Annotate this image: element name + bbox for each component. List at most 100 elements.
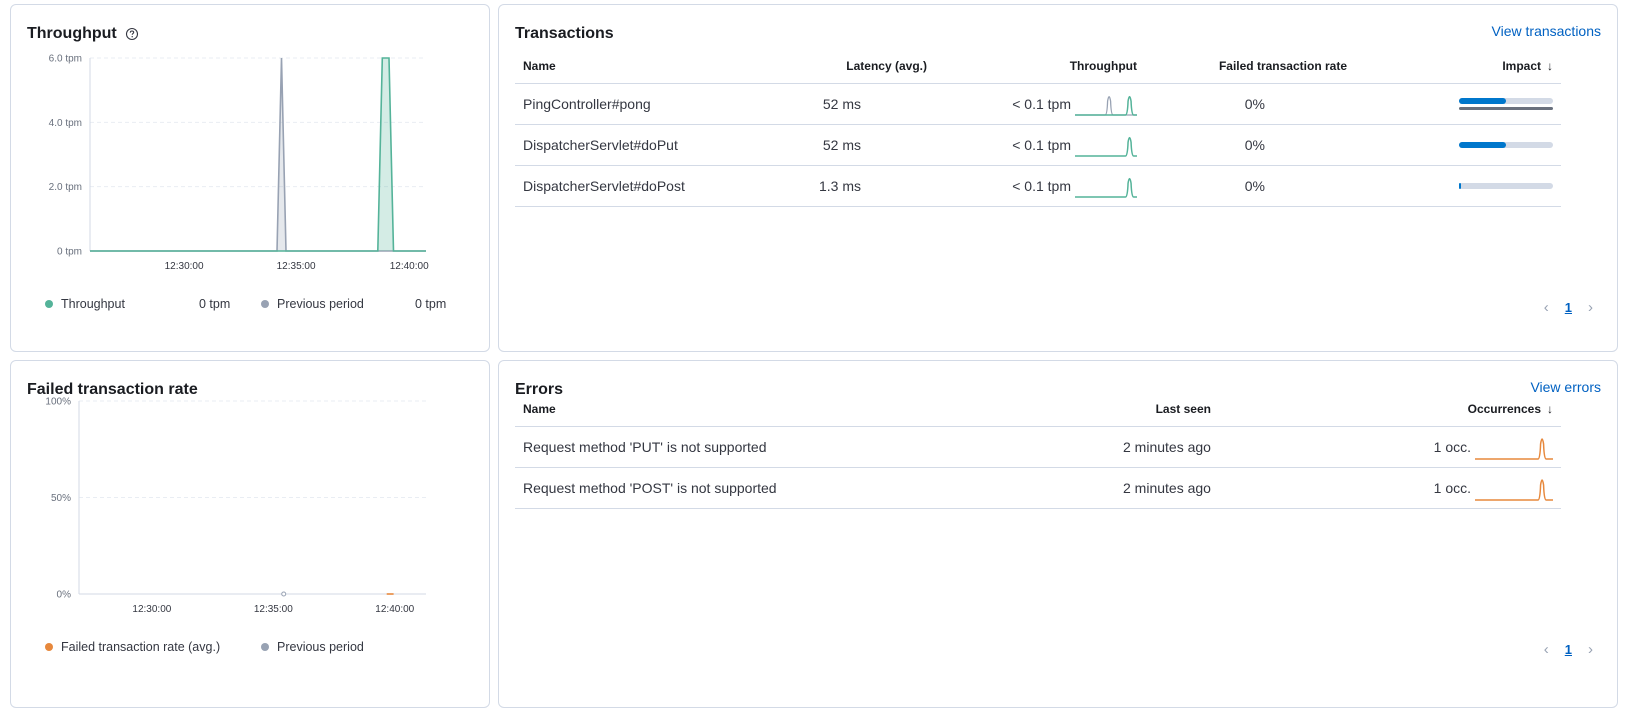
table-row[interactable]: PingController#pong 52 ms < 0.1 tpm 0%	[515, 83, 1561, 125]
table-row[interactable]: Request method 'PUT' is not supported 2 m…	[515, 426, 1561, 468]
legend-value-previous: 0 tpm	[415, 297, 447, 311]
col-latency[interactable]: Latency (avg.)	[765, 49, 935, 84]
x-tick-label: 12:35:00	[254, 604, 293, 615]
occurrences-sparkline-line	[1475, 478, 1553, 501]
y-tick-label: 4.0 tpm	[49, 118, 82, 129]
view-transactions-link[interactable]: View transactions	[1492, 23, 1601, 39]
chevron-right-icon[interactable]: ›	[1588, 641, 1593, 658]
sparkline-current	[1075, 136, 1137, 157]
col-last-seen[interactable]: Last seen	[1115, 392, 1219, 427]
x-tick-label: 12:30:00	[165, 261, 204, 272]
error-occurrences-cell: 1 occ.	[1218, 467, 1561, 509]
legend-failed-rate[interactable]: Failed transaction rate (avg.)	[45, 640, 220, 654]
error-occurrences: 1 occ.	[1433, 479, 1471, 496]
transaction-throughput-cell: < 0.1 tpm	[935, 165, 1145, 207]
impact-wrap	[1363, 182, 1553, 189]
legend-dot-failed-previous	[261, 643, 269, 651]
col-occurrences-label: Occurrences	[1467, 401, 1541, 416]
chevron-right-icon[interactable]: ›	[1588, 299, 1593, 316]
sparkline-current	[1075, 95, 1137, 116]
throughput-sparkline-wrap: < 0.1 tpm	[943, 92, 1137, 116]
transaction-name[interactable]: DispatcherServlet#doPost	[515, 165, 765, 207]
col-impact[interactable]: Impact ↓	[1355, 49, 1561, 84]
legend-throughput[interactable]: Throughput 0 tpm	[45, 297, 230, 311]
impact-bar-fill	[1459, 141, 1506, 148]
table-row[interactable]: DispatcherServlet#doPut 52 ms < 0.1 tpm 0%	[515, 124, 1561, 166]
transactions-title: Transactions	[515, 25, 614, 42]
throughput-panel: Throughput 0 tpm 2.0 tpm 4.0 tpm 6.0 tpm 12:…	[10, 4, 490, 352]
table-row[interactable]: DispatcherServlet#doPost 1.3 ms < 0.1 tpm 0…	[515, 165, 1561, 207]
chevron-left-icon[interactable]: ‹	[1544, 299, 1549, 316]
errors-pagination: ‹ 1 ›	[1544, 641, 1593, 658]
x-tick-label: 12:40:00	[390, 261, 429, 272]
y-tick-label: 0 tpm	[57, 247, 82, 258]
error-last-seen: 2 minutes ago	[1115, 426, 1219, 468]
transaction-throughput: < 0.1 tpm	[1012, 136, 1071, 153]
sparkline-current	[1075, 177, 1137, 198]
error-occurrences: 1 occ.	[1433, 438, 1471, 455]
page-number[interactable]: 1	[1565, 300, 1572, 315]
throughput-sparkline	[1075, 177, 1137, 198]
throughput-chart: 0 tpm 2.0 tpm 4.0 tpm 6.0 tpm 12:30:00 12:35:…	[49, 54, 429, 273]
failed-rate-chart: 0% 50% 100% 12:30:00 12:35:00 12:40:00	[45, 397, 426, 615]
impact-bar-fill	[1459, 97, 1506, 104]
table-row[interactable]: Request method 'POST' is not supported 2 …	[515, 467, 1561, 509]
occurrences-sparkline-line	[1475, 437, 1553, 460]
transaction-name[interactable]: DispatcherServlet#doPut	[515, 124, 765, 166]
legend-dot-failed	[45, 643, 53, 651]
transaction-throughput-cell: < 0.1 tpm	[935, 124, 1145, 166]
legend-label-failed-previous: Previous period	[277, 640, 364, 654]
transaction-latency: 52 ms	[765, 83, 935, 125]
legend-value-throughput: 0 tpm	[199, 297, 231, 311]
transaction-impact-cell	[1355, 165, 1561, 207]
y-tick-label: 100%	[45, 397, 71, 408]
legend-previous-period[interactable]: Previous period 0 tpm	[261, 297, 446, 311]
failed-transaction-rate-panel: Failed transaction rate 0% 50% 100% 12:30:0…	[10, 360, 490, 708]
col-occurrences[interactable]: Occurrences ↓	[1218, 392, 1561, 427]
transactions-table: Name Latency (avg.) Throughput Failed tr…	[515, 49, 1561, 207]
series-line-throughput	[90, 57, 426, 252]
col-throughput[interactable]: Throughput	[935, 49, 1145, 84]
occurrences-sparkline	[1475, 478, 1553, 501]
chevron-left-icon[interactable]: ‹	[1544, 641, 1549, 658]
y-tick-label: 50%	[51, 493, 71, 504]
col-name[interactable]: Name	[515, 49, 765, 84]
impact-bar	[1459, 141, 1553, 148]
legend-failed-previous[interactable]: Previous period	[261, 640, 364, 654]
transaction-impact-cell	[1355, 83, 1561, 125]
sort-down-icon: ↓	[1547, 58, 1553, 73]
transaction-failed-rate: 0%	[1145, 165, 1355, 207]
impact-bar-fill	[1459, 182, 1461, 189]
transaction-throughput: < 0.1 tpm	[1012, 177, 1071, 194]
occurrences-wrap: 1 occ.	[1227, 434, 1553, 460]
series-area-throughput	[90, 58, 426, 251]
page-number[interactable]: 1	[1565, 642, 1572, 657]
table-header-row: Name Latency (avg.) Throughput Failed tr…	[515, 49, 1561, 84]
legend-dot-previous	[261, 300, 269, 308]
y-tick-label: 0%	[57, 590, 72, 601]
transactions-pagination: ‹ 1 ›	[1544, 299, 1593, 316]
error-occurrences-cell: 1 occ.	[1218, 426, 1561, 468]
series-area-previous-period	[90, 58, 426, 251]
x-tick-label: 12:30:00	[132, 604, 171, 615]
transaction-failed-rate: 0%	[1145, 124, 1355, 166]
transaction-impact-cell	[1355, 124, 1561, 166]
errors-panel: Errors View errors Name Last seen Occurr…	[498, 360, 1618, 708]
transaction-name[interactable]: PingController#pong	[515, 83, 765, 125]
transaction-failed-rate: 0%	[1145, 83, 1355, 125]
throughput-sparkline	[1075, 136, 1137, 157]
error-name[interactable]: Request method 'PUT' is not supported	[515, 426, 1115, 468]
sort-down-icon: ↓	[1547, 401, 1553, 416]
impact-wrap	[1363, 97, 1553, 110]
impact-previous-bar	[1459, 106, 1553, 110]
transactions-panel: Transactions View transactions Name Late…	[498, 4, 1618, 352]
legend-label-throughput: Throughput	[61, 297, 125, 311]
y-tick-label: 6.0 tpm	[49, 54, 82, 65]
col-failed-rate[interactable]: Failed transaction rate	[1145, 49, 1355, 84]
throughput-sparkline-wrap: < 0.1 tpm	[943, 133, 1137, 157]
impact-bar	[1459, 182, 1553, 189]
col-error-name[interactable]: Name	[515, 392, 1115, 427]
col-impact-label: Impact	[1502, 58, 1541, 73]
error-name[interactable]: Request method 'POST' is not supported	[515, 467, 1115, 509]
throughput-sparkline-wrap: < 0.1 tpm	[943, 174, 1137, 198]
